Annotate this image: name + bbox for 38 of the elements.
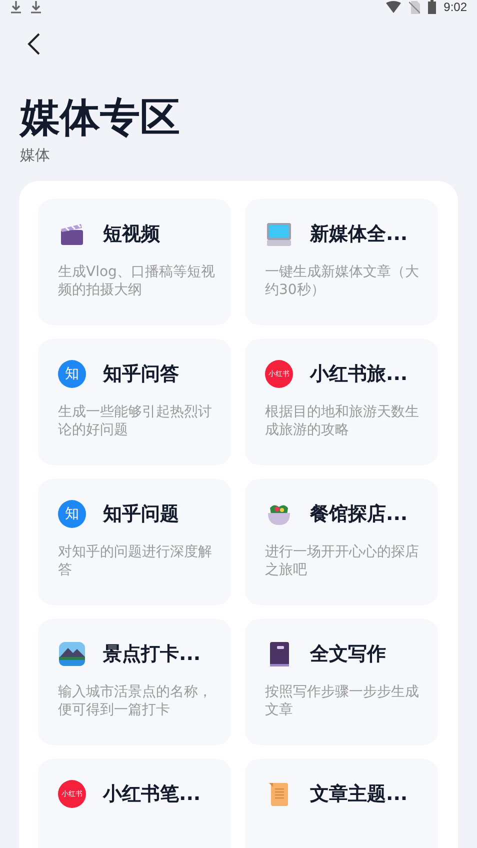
feature-card[interactable]: 知 知乎问题 对知乎的问题进行深度解答 [38, 479, 231, 605]
card-description: 根据目的地和旅游天数生成旅游的攻略 [265, 403, 420, 439]
card-title: 全文写作 [310, 642, 386, 667]
card-description: 一键生成新媒体文章（大约30秒） [265, 263, 420, 299]
no-sim-icon [408, 0, 420, 14]
feature-card[interactable]: 新媒体全... 一键生成新媒体文章（大约30秒） [245, 199, 438, 325]
page-subtitle: 媒体 [20, 146, 51, 165]
feature-card[interactable]: 景点打卡... 输入城市活景点的名称，便可得到一篇打卡 [38, 619, 231, 745]
card-description: 生成一些能够引起热烈讨论的好问题 [58, 403, 213, 439]
card-description: 进行一场开开心心的探店之旅吧 [265, 543, 420, 579]
download-icon [10, 0, 22, 14]
card-title: 餐馆探店... [310, 502, 408, 527]
status-time: 9:02 [444, 0, 467, 14]
feature-card[interactable]: 全文写作 按照写作步骤一步步生成文章 [245, 619, 438, 745]
card-description: 生成Vlog、口播稿等短视频的拍摄大纲 [58, 263, 216, 299]
card-title: 新媒体全... [310, 222, 408, 247]
feature-card[interactable]: 文章主题... [245, 759, 438, 848]
card-title: 知乎问题 [103, 502, 179, 527]
zhihu-icon: 知 [58, 360, 86, 388]
landscape-icon [58, 640, 86, 668]
monitor-icon [265, 220, 293, 248]
card-description: 按照写作步骤一步步生成文章 [265, 683, 420, 719]
zhihu-icon: 知 [58, 500, 86, 528]
wifi-icon [386, 1, 401, 13]
feature-card[interactable]: 知 知乎问答 生成一些能够引起热烈讨论的好问题 [38, 339, 231, 465]
card-description: 对知乎的问题进行深度解答 [58, 543, 213, 579]
feature-card[interactable]: 短视频 生成Vlog、口播稿等短视频的拍摄大纲 [38, 199, 231, 325]
download-icon [30, 0, 42, 14]
card-title: 景点打卡... [103, 642, 201, 667]
page-title: 媒体专区 [20, 94, 181, 142]
card-title: 小红书笔... [103, 782, 201, 807]
card-description: 输入城市活景点的名称，便可得到一篇打卡 [58, 683, 213, 719]
card-title: 文章主题... [310, 782, 408, 807]
battery-icon [428, 0, 436, 14]
feature-card[interactable]: 餐馆探店... 进行一场开开心心的探店之旅吧 [245, 479, 438, 605]
card-title: 短视频 [103, 222, 160, 247]
card-title: 小红书旅... [310, 362, 408, 387]
card-title: 知乎问答 [103, 362, 179, 387]
